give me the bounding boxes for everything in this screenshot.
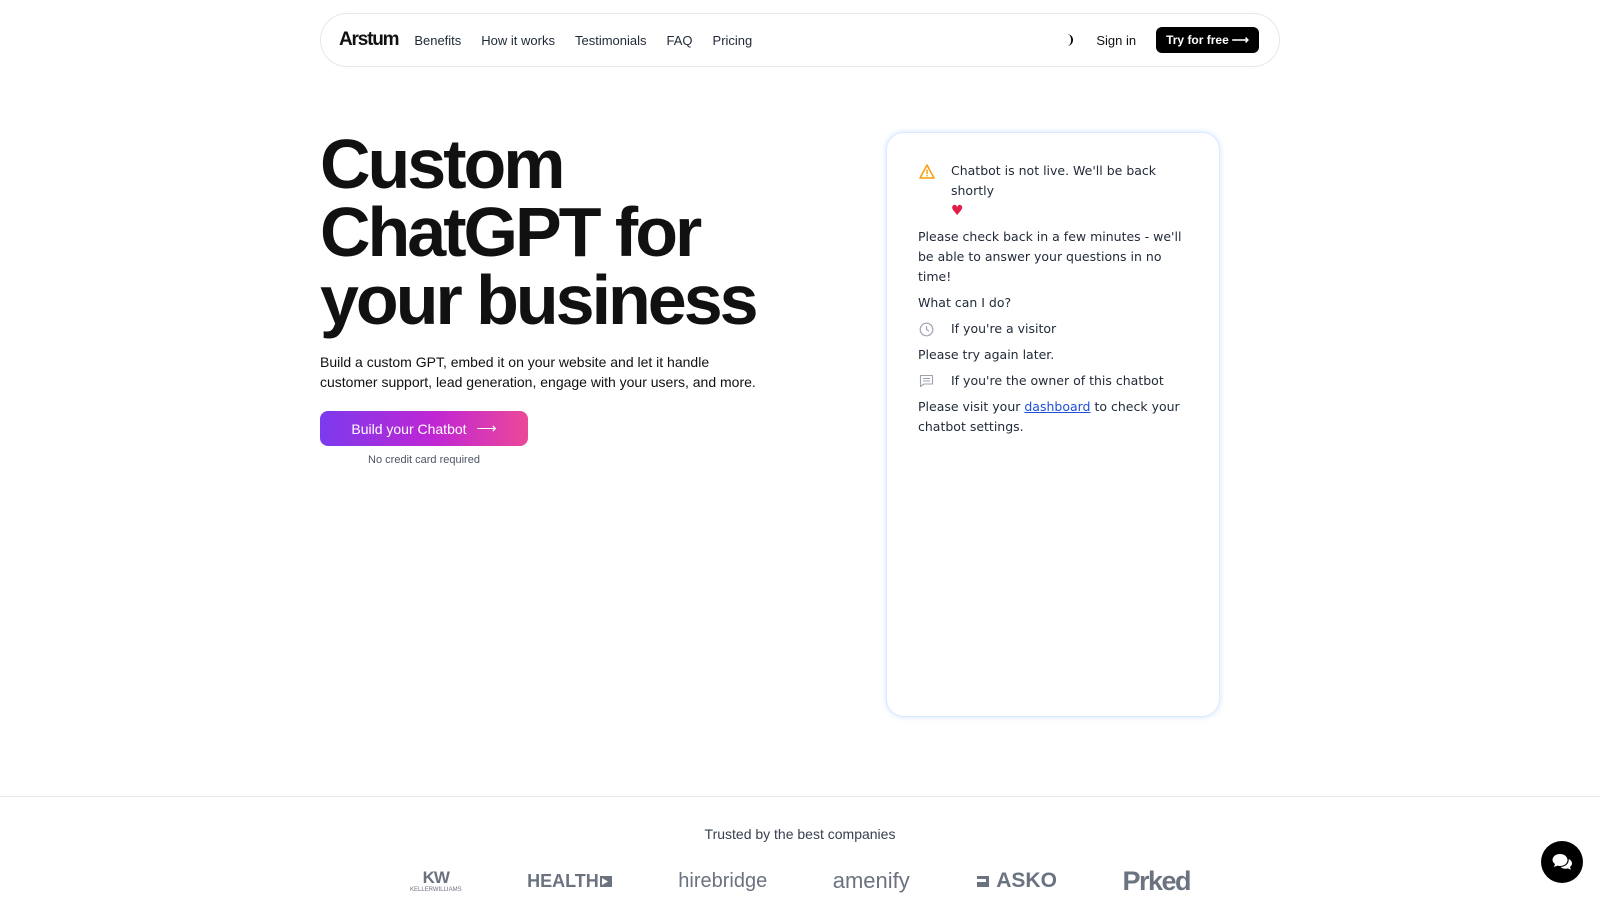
message-icon <box>918 374 935 388</box>
chat-bubbles-icon <box>1552 854 1572 870</box>
hero-title-line-3: your business <box>320 261 759 339</box>
dashboard-link[interactable]: dashboard <box>1024 399 1090 414</box>
hero-title-line-1: Custom <box>320 125 566 203</box>
build-chatbot-label: Build your Chatbot <box>351 420 467 437</box>
build-chatbot-button[interactable]: Build your Chatbot ⟶ <box>320 411 528 446</box>
chat-visitor-label: If you're a visitor <box>951 321 1057 336</box>
chat-status-row: Chatbot is not live. We'll be back short… <box>918 161 1191 221</box>
chat-what-can-text: What can I do? <box>918 295 1012 310</box>
hero-title-line-2: ChatGPT for <box>320 193 702 271</box>
chat-visitor-row: If you're a visitor <box>918 319 1191 339</box>
logo-asko-text: ASKO <box>996 869 1057 892</box>
sign-in-link[interactable]: Sign in <box>1096 33 1136 48</box>
chat-launcher-button[interactable] <box>1541 841 1583 883</box>
logo-prked: Prked <box>1122 865 1191 897</box>
chat-owner-text-pre: Please visit your <box>918 399 1021 414</box>
asko-mark-icon <box>977 876 990 887</box>
warning-icon <box>918 164 935 179</box>
top-navbar: Arstum Benefits How it works Testimonial… <box>320 13 1280 67</box>
try-for-free-button[interactable]: Try for free ⟶ <box>1156 27 1259 53</box>
chat-status-text: Chatbot is not live. We'll be back short… <box>951 163 1157 198</box>
clock-icon <box>918 322 935 337</box>
nav-actions: Sign in Try for free ⟶ <box>1062 27 1259 53</box>
chat-owner-text: Please visit your dashboard to check you… <box>918 397 1191 437</box>
logo-amenify: amenify <box>833 868 910 894</box>
logo-amenify-text: amenify <box>832 868 910 893</box>
section-divider <box>0 796 1600 797</box>
arrow-right-icon: ⟶ <box>476 420 497 436</box>
hero-title: Custom ChatGPT for your business <box>320 129 800 335</box>
nav-link-pricing[interactable]: Pricing <box>713 33 753 48</box>
company-logos: KW KELLERWILLIAMS HEALTH hirebridge amen… <box>410 862 1191 900</box>
logo-hirebridge-text: hirebridge <box>678 869 768 892</box>
nav-link-faq[interactable]: FAQ <box>667 33 693 48</box>
heart-emoji: ♥ <box>951 203 964 219</box>
nav-link-how-it-works[interactable]: How it works <box>481 33 555 48</box>
chat-check-back-text: Please check back in a few minutes - we'… <box>918 229 1182 284</box>
logo-keller-williams: KW KELLERWILLIAMS <box>410 869 462 893</box>
try-for-free-label: Try for free <box>1166 33 1229 47</box>
moon-icon[interactable] <box>1062 33 1076 47</box>
chat-owner-row: If you're the owner of this chatbot <box>918 371 1191 391</box>
logo-asko: ASKO <box>975 869 1057 893</box>
chat-owner-label: If you're the owner of this chatbot <box>951 373 1164 388</box>
logo-kw-text: KW <box>422 868 450 887</box>
chat-visitor-text: Please try again later. <box>918 347 1055 362</box>
trusted-heading: Trusted by the best companies <box>704 826 896 842</box>
arrow-right-icon: ⟶ <box>1231 33 1249 47</box>
nav-link-testimonials[interactable]: Testimonials <box>575 33 647 48</box>
no-credit-card-note: No credit card required <box>368 454 480 466</box>
nav-link-benefits[interactable]: Benefits <box>414 33 461 48</box>
hero-subtitle: Build a custom GPT, embed it on your web… <box>320 354 756 390</box>
logo-prked-text: Prked <box>1122 865 1191 896</box>
logo[interactable]: Arstum <box>339 29 400 51</box>
nav-links: Benefits How it works Testimonials FAQ P… <box>414 33 752 48</box>
chatbot-preview-card: Chatbot is not live. We'll be back short… <box>886 132 1220 717</box>
logo-health-text: HEALTH <box>527 870 599 891</box>
logo-hirebridge: hirebridge <box>678 870 767 893</box>
logo-health: HEALTH <box>527 871 613 892</box>
logo-kw-subtext: KELLERWILLIAMS <box>410 887 462 893</box>
